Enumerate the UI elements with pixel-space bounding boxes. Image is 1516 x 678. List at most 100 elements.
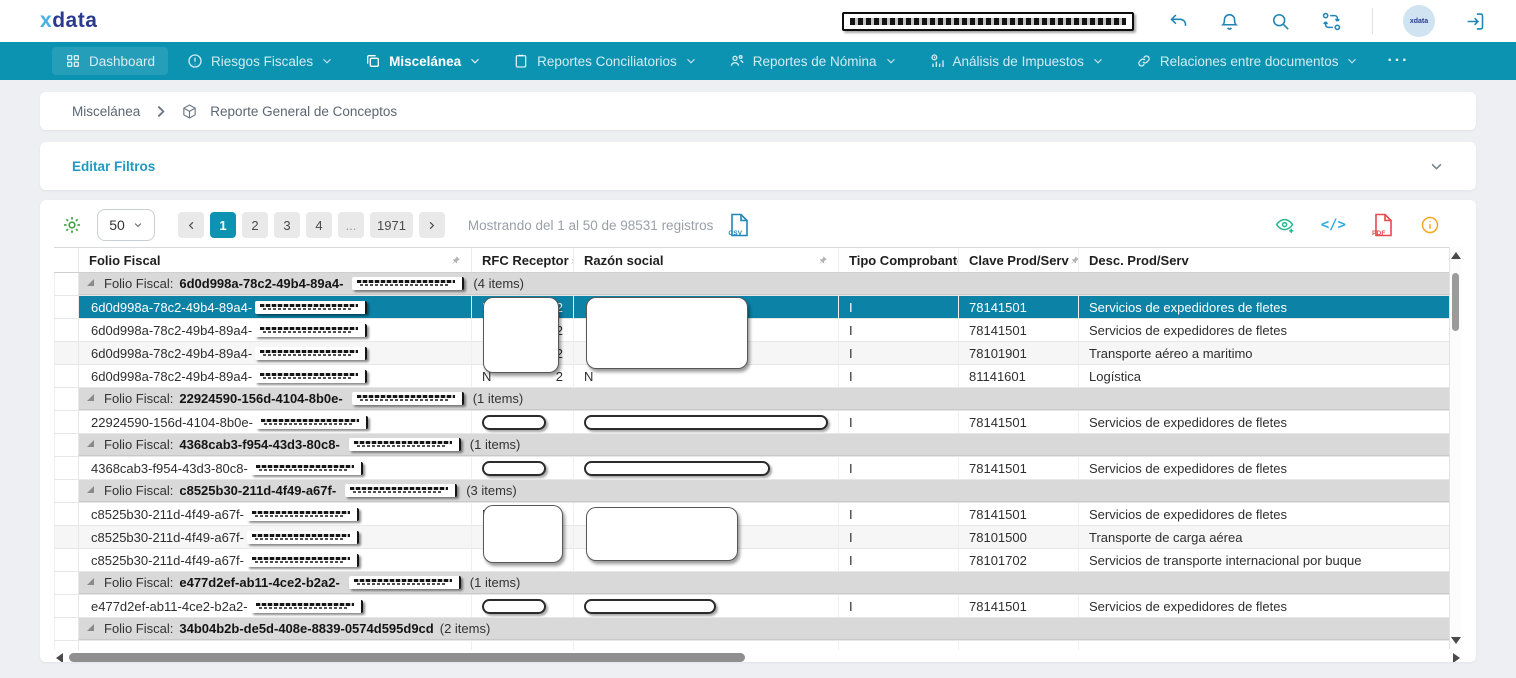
group-row[interactable]: Folio Fiscal: 34b04b2b-de5d-408e-8839-05… xyxy=(54,618,1462,641)
column-header-folio-fiscal[interactable]: Folio Fiscal xyxy=(79,248,471,272)
column-header-rfc-receptor[interactable]: RFC Receptor xyxy=(471,248,573,272)
column-header-tipo-comprobante[interactable]: Tipo Comprobante xyxy=(838,248,958,272)
column-header-clave-prod-serv[interactable]: Clave Prod/Serv xyxy=(958,248,1078,272)
nav-items-mount: DashboardRiesgos FiscalesMisceláneaRepor… xyxy=(52,47,1371,75)
prev-page-button[interactable] xyxy=(178,212,204,238)
group-cell: Folio Fiscal: e477d2ef-ab11-4ce2-b2a2-(1… xyxy=(79,572,1462,594)
scroll-left-arrow[interactable] xyxy=(56,653,63,663)
folio-fiscal-cell: 6d0d998a-78c2-49b4-89a4- xyxy=(79,296,471,318)
chevron-down-icon xyxy=(885,55,897,67)
edit-filters-toggle[interactable]: Editar Filtros xyxy=(72,159,155,174)
search-icon[interactable] xyxy=(1270,11,1291,32)
collapse-caret-icon[interactable] xyxy=(87,394,94,401)
redaction-box xyxy=(349,438,461,451)
header-actions: xdata xyxy=(1168,5,1486,37)
table-row[interactable]: 22924590-156d-4104-8b0e-I78141501Servici… xyxy=(54,411,1462,434)
page-button-3[interactable]: 3 xyxy=(274,212,300,238)
horizontal-scrollbar[interactable] xyxy=(54,651,1462,662)
logout-icon[interactable] xyxy=(1465,11,1486,32)
table-row[interactable]: 6d0d998a-78c2-49b4-89a4-N2I78101901Trans… xyxy=(54,342,1462,365)
export-csv-button-label: CSV xyxy=(728,230,742,237)
collapse-caret-icon[interactable] xyxy=(87,578,94,585)
nav-item-analisis-de-impuestos[interactable]: Análisis de Impuestos xyxy=(916,47,1117,75)
group-row[interactable]: Folio Fiscal: c8525b30-211d-4f49-a67f-(3… xyxy=(54,480,1462,503)
page-button-1971[interactable]: 1971 xyxy=(370,212,413,238)
table-row[interactable]: e477d2ef-ab11-4ce2-b2a2-I78141501Servici… xyxy=(54,595,1462,618)
page-size-select[interactable]: 50 xyxy=(97,209,155,241)
page-button-4[interactable]: 4 xyxy=(306,212,332,238)
nav-item-dashboard[interactable]: Dashboard xyxy=(52,47,168,75)
copy-icon xyxy=(365,53,381,69)
scroll-down-arrow[interactable] xyxy=(1451,637,1461,644)
avatar[interactable]: xdata xyxy=(1403,5,1435,37)
row-number-column-header xyxy=(54,248,79,272)
group-row[interactable]: Folio Fiscal: e477d2ef-ab11-4ce2-b2a2-(1… xyxy=(54,572,1462,595)
group-cell: Folio Fiscal: 22924590-156d-4104-8b0e-(1… xyxy=(79,388,1462,410)
column-header-label: Folio Fiscal xyxy=(89,253,161,268)
nav-item-miscelanea[interactable]: Miscelánea xyxy=(352,47,494,75)
horizontal-scroll-thumb[interactable] xyxy=(69,653,745,662)
undo-icon[interactable] xyxy=(1168,11,1189,32)
chevron-down-icon xyxy=(1346,55,1358,67)
desc-prod-serv-cell: Servicios de expedidores de fletes xyxy=(1078,595,1462,617)
gear-icon[interactable] xyxy=(62,215,82,235)
group-row[interactable]: Folio Fiscal: 4368cab3-f954-43d3-80c8-(1… xyxy=(54,434,1462,457)
table-row[interactable]: c8525b30-211d-4f49-a67f-I78101702Servici… xyxy=(54,549,1462,572)
group-items-count: (1 items) xyxy=(470,437,521,452)
export-pdf-button[interactable]: PDF xyxy=(1372,213,1394,237)
switch-icon[interactable] xyxy=(1321,11,1342,32)
folio-fiscal-cell xyxy=(79,641,471,650)
collapse-caret-icon[interactable] xyxy=(87,440,94,447)
chevron-down-icon xyxy=(469,55,481,67)
vertical-scrollbar[interactable] xyxy=(1449,247,1462,649)
redaction-pill xyxy=(482,415,546,430)
folio-fiscal-cell: c8525b30-211d-4f49-a67f- xyxy=(79,503,471,525)
breadcrumb-section[interactable]: Miscelánea xyxy=(72,104,140,119)
group-items-count: (1 items) xyxy=(470,575,521,590)
chevron-down-icon[interactable] xyxy=(1429,159,1444,174)
scroll-right-arrow[interactable] xyxy=(1453,653,1460,663)
export-csv-button[interactable]: CSV xyxy=(728,213,750,237)
column-header-razon-social[interactable]: Razón social xyxy=(573,248,838,272)
collapse-caret-icon[interactable] xyxy=(87,279,94,286)
table-row[interactable]: 6d0d998a-78c2-49b4-89a4-N2NI81141601Logí… xyxy=(54,365,1462,388)
desc-prod-serv-cell: Servicios de expedidores de fletes xyxy=(1078,457,1462,479)
desc-prod-serv-cell: Servicios de expedidores de fletes xyxy=(1078,503,1462,525)
nav-item-label: Relaciones entre documentos xyxy=(1160,54,1339,69)
group-row[interactable]: Folio Fiscal: 6d0d998a-78c2-49b4-89a4-(4… xyxy=(54,273,1462,296)
page-ellipsis[interactable]: ... xyxy=(338,212,364,238)
row-number-cell xyxy=(54,572,79,594)
code-view-button[interactable]: </> xyxy=(1321,217,1346,233)
bell-icon[interactable] xyxy=(1219,11,1240,32)
nav-more-button[interactable]: ··· xyxy=(1377,46,1419,76)
table-row[interactable] xyxy=(54,641,1462,650)
nav-item-reportes-de-nomina[interactable]: Reportes de Nómina xyxy=(716,47,910,75)
clave-prod-serv-cell: 78141501 xyxy=(958,319,1078,341)
top-header: xdata xdata xyxy=(0,0,1516,42)
collapse-caret-icon[interactable] xyxy=(87,624,94,631)
nav-item-label: Reportes de Nómina xyxy=(753,54,877,69)
rfc-receptor-cell xyxy=(471,595,573,617)
nav-item-reportes-conciliatorios[interactable]: Reportes Conciliatorios xyxy=(500,47,710,75)
folio-text: c8525b30-211d-4f49-a67f- xyxy=(91,553,244,568)
table-row[interactable]: c8525b30-211d-4f49-a67f-NI78141501Servic… xyxy=(54,503,1462,526)
table-row[interactable]: 4368cab3-f954-43d3-80c8-I78141501Servici… xyxy=(54,457,1462,480)
table-row[interactable]: 6d0d998a-78c2-49b4-89a4-N2I78141501Servi… xyxy=(54,296,1462,319)
table-row[interactable]: 6d0d998a-78c2-49b4-89a4-N2I78141501Servi… xyxy=(54,319,1462,342)
group-row[interactable]: Folio Fiscal: 22924590-156d-4104-8b0e-(1… xyxy=(54,388,1462,411)
info-icon[interactable] xyxy=(1420,215,1440,235)
collapse-caret-icon[interactable] xyxy=(87,486,94,493)
group-label: Folio Fiscal: xyxy=(104,575,173,590)
nav-item-relaciones-entre-documentos[interactable]: Relaciones entre documentos xyxy=(1123,47,1372,75)
next-page-button[interactable] xyxy=(419,212,445,238)
vertical-scroll-thumb[interactable] xyxy=(1452,273,1459,331)
redaction-box xyxy=(255,347,367,360)
scroll-up-arrow[interactable] xyxy=(1451,252,1461,259)
page-button-2[interactable]: 2 xyxy=(242,212,268,238)
nav-item-riesgos-fiscales[interactable]: Riesgos Fiscales xyxy=(174,47,346,75)
page-button-1[interactable]: 1 xyxy=(210,212,236,238)
eye-plus-icon[interactable] xyxy=(1275,215,1295,235)
redaction-box xyxy=(352,392,464,405)
table-row[interactable]: c8525b30-211d-4f49-a67f-I78101500Transpo… xyxy=(54,526,1462,549)
column-header-desc-prod-serv[interactable]: Desc. Prod/Serv xyxy=(1078,248,1462,272)
